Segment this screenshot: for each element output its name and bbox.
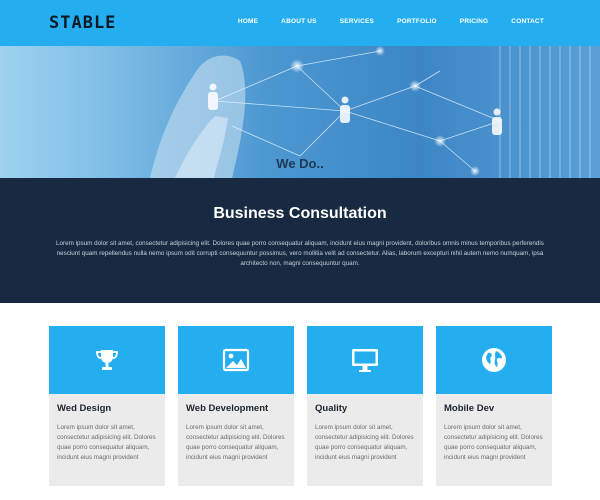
hero-heading: We Do..	[276, 156, 324, 171]
nav-contact[interactable]: CONTACT	[511, 18, 544, 25]
globe-icon	[482, 348, 506, 372]
nav-portfolio[interactable]: PORTFOLIO	[397, 18, 437, 25]
image-icon	[222, 348, 250, 372]
hero-banner: We Do..	[0, 46, 600, 178]
card-header	[307, 326, 423, 394]
service-card[interactable]: Wed Design Lorem ipsum dolor sit amet, c…	[49, 326, 165, 486]
main-nav: HOME ABOUT US SERVICES PORTFOLIO PRICING…	[215, 18, 544, 25]
nav-about-us[interactable]: ABOUT US	[281, 18, 317, 25]
card-title: Web Development	[186, 403, 269, 414]
top-nav-bar: STABLE HOME ABOUT US SERVICES PORTFOLIO …	[0, 0, 600, 46]
card-title: Quality	[315, 403, 348, 414]
card-text: Lorem ipsum dolor sit amet, consectetur …	[315, 424, 414, 461]
trophy-icon	[96, 350, 118, 370]
card-title: Wed Design	[57, 403, 112, 414]
card-title: Mobile Dev	[444, 403, 495, 414]
nav-pricing[interactable]: PRICING	[460, 18, 489, 25]
service-card[interactable]: Mobile Dev Lorem ipsum dolor sit amet, c…	[436, 326, 552, 486]
service-card[interactable]: Quality Lorem ipsum dolor sit amet, cons…	[307, 326, 423, 486]
services-cards: Wed Design Lorem ipsum dolor sit amet, c…	[49, 326, 552, 486]
nav-services[interactable]: SERVICES	[340, 18, 374, 25]
section-title: Business Consultation	[213, 205, 387, 222]
service-card[interactable]: Web Development Lorem ipsum dolor sit am…	[178, 326, 294, 486]
monitor-icon	[352, 349, 378, 372]
section-description: Lorem ipsum dolor sit amet, consectetur …	[56, 240, 544, 267]
nav-home[interactable]: HOME	[238, 18, 258, 25]
site-logo[interactable]: STABLE	[49, 13, 116, 33]
intro-section: Business Consultation Lorem ipsum dolor …	[0, 178, 600, 303]
card-text: Lorem ipsum dolor sit amet, consectetur …	[444, 424, 543, 461]
card-header	[49, 326, 165, 394]
card-text: Lorem ipsum dolor sit amet, consectetur …	[186, 424, 285, 461]
card-header	[436, 326, 552, 394]
card-header	[178, 326, 294, 394]
card-text: Lorem ipsum dolor sit amet, consectetur …	[57, 424, 156, 461]
